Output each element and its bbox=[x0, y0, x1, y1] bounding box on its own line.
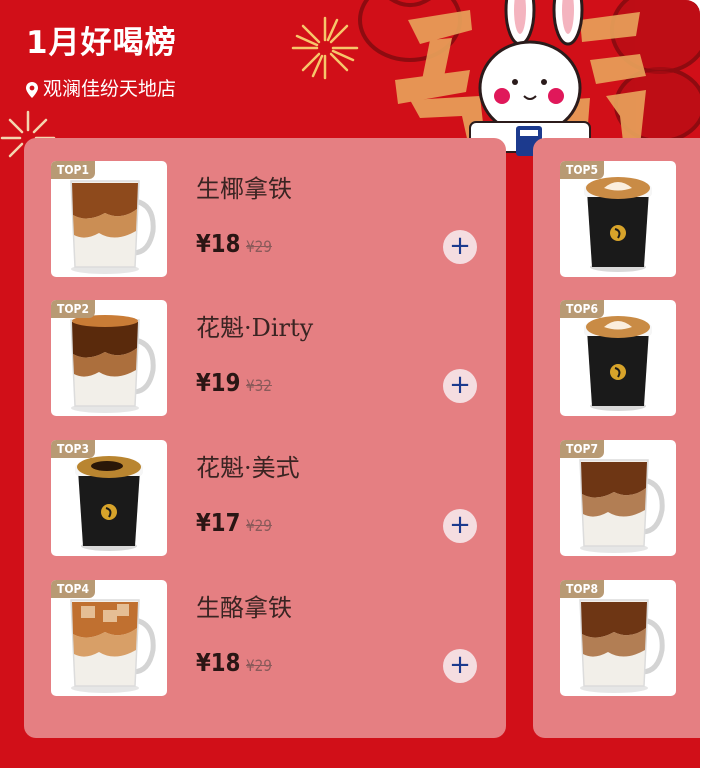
original-price-value: 32 bbox=[254, 376, 272, 395]
product-name[interactable]: 花魁·Dirty bbox=[196, 316, 313, 340]
product-image-top7[interactable]: TOP7 bbox=[560, 440, 676, 556]
rank-badge: TOP1 bbox=[51, 161, 95, 179]
price-value: 18 bbox=[210, 229, 241, 258]
product-image-top2[interactable]: TOP2 bbox=[51, 300, 167, 416]
rank-badge: TOP8 bbox=[560, 580, 604, 598]
currency-symbol: ¥ bbox=[196, 368, 211, 397]
product-image-top3[interactable]: TOP3 bbox=[51, 440, 167, 556]
rank-badge: TOP7 bbox=[560, 440, 604, 458]
product-image-top1[interactable]: TOP1 bbox=[51, 161, 167, 277]
add-to-cart-button[interactable]: + bbox=[443, 230, 477, 264]
price-value: 17 bbox=[210, 508, 241, 537]
rank-badge: TOP2 bbox=[51, 300, 95, 318]
store-location[interactable]: 观澜佳纷天地店 bbox=[25, 80, 176, 99]
price-value: 19 bbox=[210, 368, 241, 397]
ranking-frame: 1月好喝榜 观澜佳纷天地店 TOP1 生椰拿铁 ¥18 ¥29 + TOP2 花魁·Dirt… bbox=[0, 0, 701, 768]
page-title: 1月好喝榜 bbox=[26, 25, 177, 61]
plus-icon: + bbox=[449, 231, 471, 261]
plus-icon: + bbox=[449, 370, 471, 400]
currency-symbol: ¥ bbox=[246, 237, 255, 256]
currency-symbol: ¥ bbox=[246, 376, 255, 395]
product-name[interactable]: 生椰拿铁 bbox=[196, 177, 292, 201]
product-price: ¥18 bbox=[196, 650, 240, 675]
product-price: ¥18 bbox=[196, 231, 240, 256]
original-price: ¥29 bbox=[246, 239, 272, 255]
product-image-top6[interactable]: TOP6 bbox=[560, 300, 676, 416]
product-image-top8[interactable]: TOP8 bbox=[560, 580, 676, 696]
price-value: 18 bbox=[210, 648, 241, 677]
original-price: ¥29 bbox=[246, 658, 272, 674]
rank-badge: TOP6 bbox=[560, 300, 604, 318]
product-name[interactable]: 花魁·美式 bbox=[196, 456, 300, 480]
plus-icon: + bbox=[449, 650, 471, 680]
currency-symbol: ¥ bbox=[196, 648, 211, 677]
plus-icon: + bbox=[449, 510, 471, 540]
original-price-value: 29 bbox=[254, 516, 272, 535]
product-name[interactable]: 生酪拿铁 bbox=[196, 596, 292, 620]
red-background: 1月好喝榜 观澜佳纷天地店 TOP1 生椰拿铁 ¥18 ¥29 + TOP2 花魁·Dirt… bbox=[0, 0, 700, 768]
product-price: ¥19 bbox=[196, 370, 240, 395]
add-to-cart-button[interactable]: + bbox=[443, 649, 477, 683]
currency-symbol: ¥ bbox=[246, 516, 255, 535]
rank-badge: TOP4 bbox=[51, 580, 95, 598]
currency-symbol: ¥ bbox=[196, 508, 211, 537]
original-price: ¥29 bbox=[246, 518, 272, 534]
rank-badge: TOP5 bbox=[560, 161, 604, 179]
product-image-top4[interactable]: TOP4 bbox=[51, 580, 167, 696]
add-to-cart-button[interactable]: + bbox=[443, 369, 477, 403]
store-name: 观澜佳纷天地店 bbox=[43, 78, 177, 100]
location-pin-icon bbox=[26, 81, 38, 98]
rank-badge: TOP3 bbox=[51, 440, 95, 458]
product-image-top5[interactable]: TOP5 bbox=[560, 161, 676, 277]
add-to-cart-button[interactable]: + bbox=[443, 509, 477, 543]
currency-symbol: ¥ bbox=[246, 656, 255, 675]
product-price: ¥17 bbox=[196, 510, 240, 535]
original-price: ¥32 bbox=[246, 378, 272, 394]
original-price-value: 29 bbox=[254, 656, 272, 675]
currency-symbol: ¥ bbox=[196, 229, 211, 258]
original-price-value: 29 bbox=[254, 237, 272, 256]
